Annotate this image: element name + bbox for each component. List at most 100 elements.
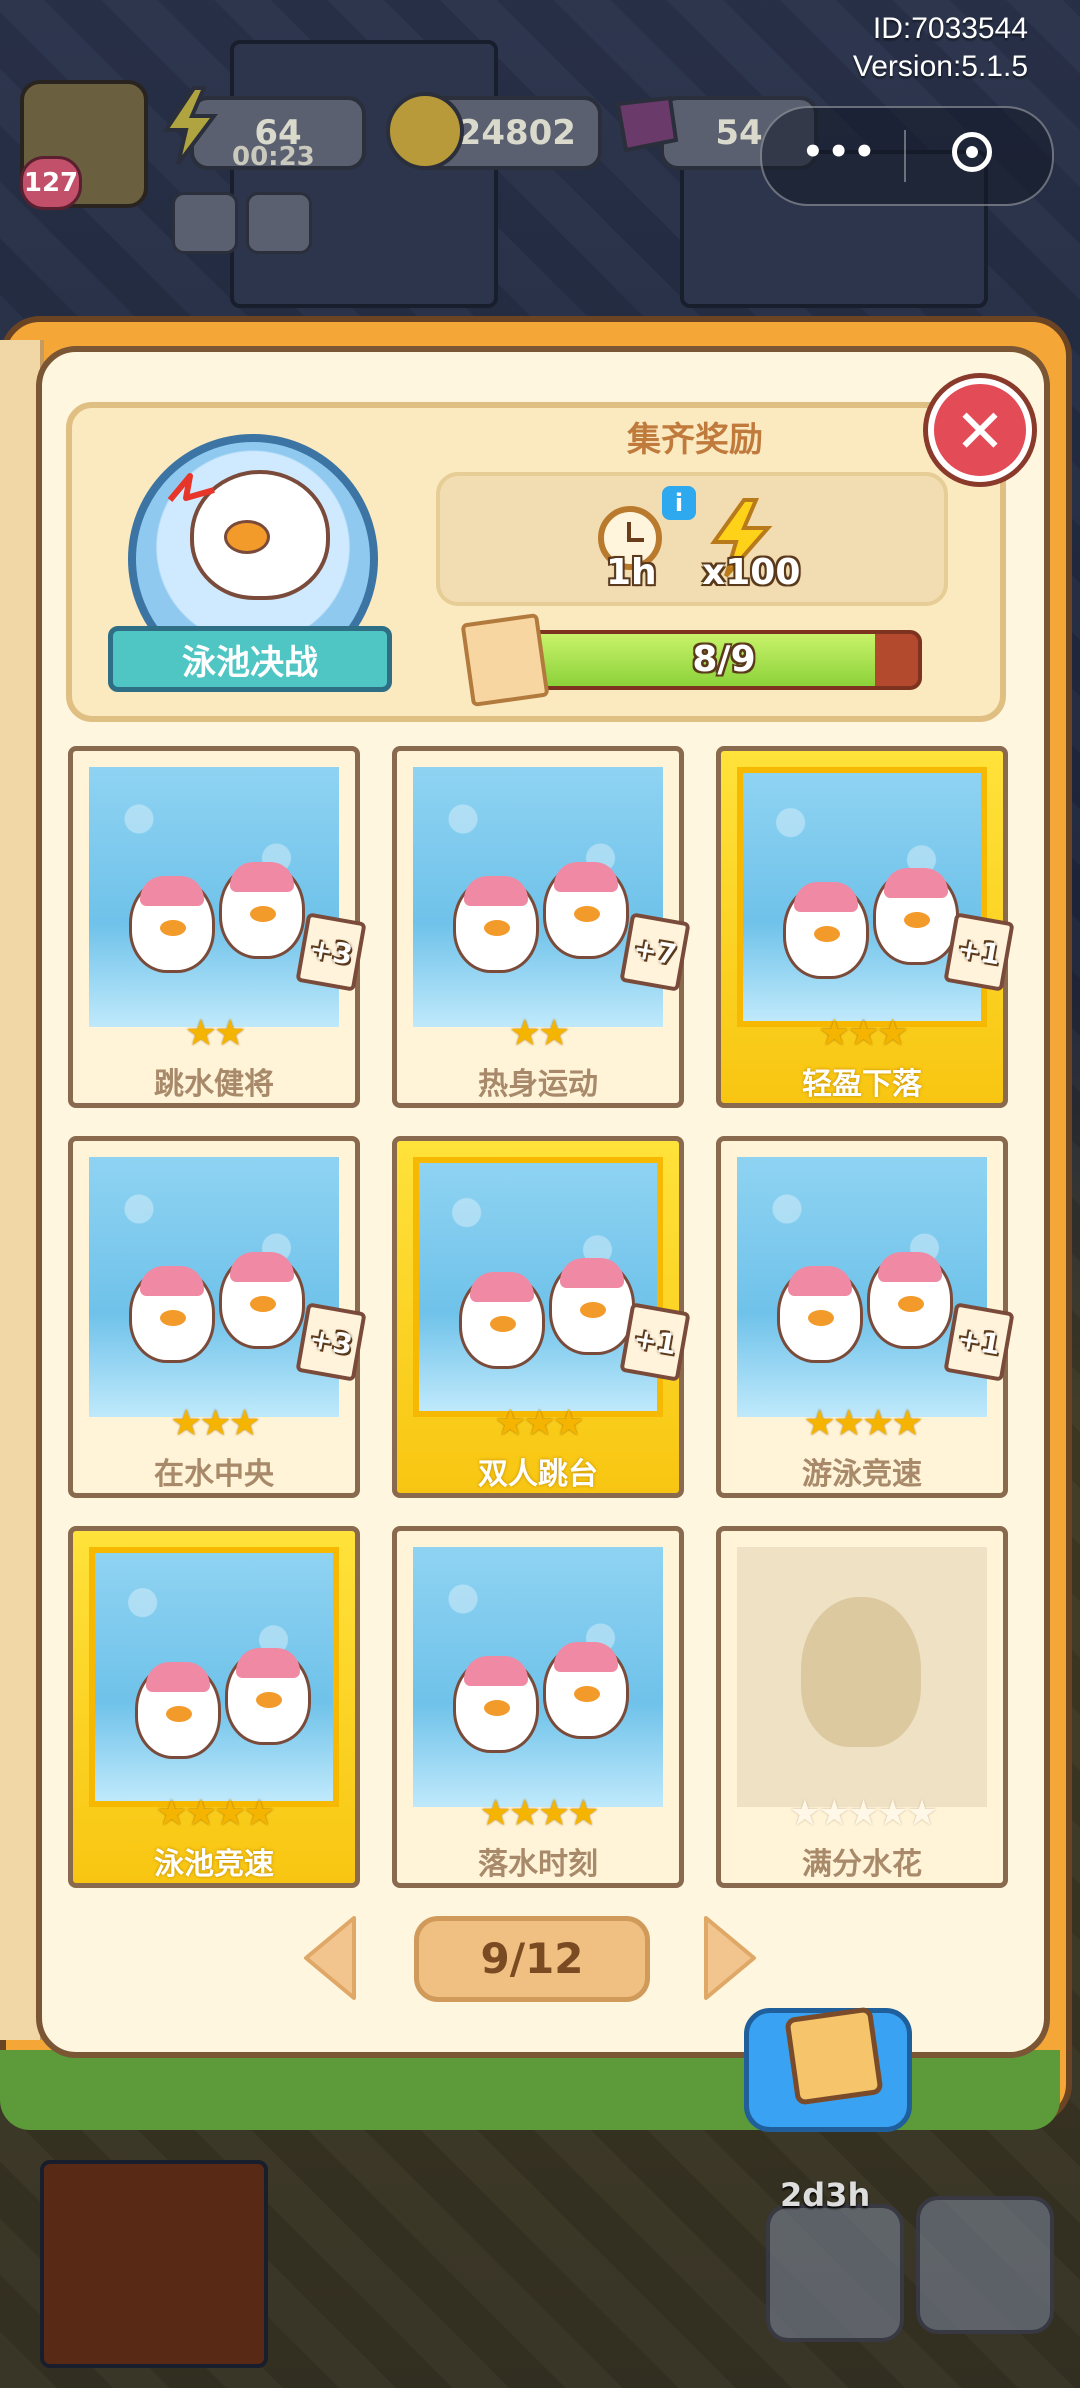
info-icon[interactable]: i xyxy=(662,486,696,520)
album-card[interactable]: ★★★ 在水中央 +3 xyxy=(68,1136,367,1498)
star-icon: ★ xyxy=(494,1403,526,1444)
swim-cap xyxy=(878,1252,942,1282)
swim-cap xyxy=(146,1662,210,1692)
duck-beak xyxy=(490,1316,516,1332)
duck-icon xyxy=(219,862,305,959)
card-image xyxy=(89,767,339,1027)
duck-beak xyxy=(484,920,510,936)
album-card[interactable]: ★★★★★ 满分水花 xyxy=(716,1526,1008,1888)
star-icon: ★ xyxy=(170,1403,202,1444)
lightning-icon xyxy=(164,470,224,530)
album-card[interactable]: ★★★★ 落水时刻 xyxy=(392,1526,684,1888)
swim-cap xyxy=(464,876,528,906)
locked-card-image xyxy=(737,1547,987,1807)
swim-cap xyxy=(230,1252,294,1282)
album-card[interactable]: ★★★★ 游泳竞速 +1 xyxy=(716,1136,1015,1498)
card-name: 热身运动 xyxy=(478,1067,598,1102)
chevron-right-icon[interactable] xyxy=(698,1912,762,2004)
star-icon: ★ xyxy=(876,1013,909,1054)
energy-timer: 00:23 xyxy=(232,142,315,172)
more-menu-button[interactable]: ••• xyxy=(802,132,879,172)
swim-cap xyxy=(464,1656,528,1686)
card-image xyxy=(89,1157,339,1417)
card-image xyxy=(89,1547,339,1807)
star-icon: ★ xyxy=(818,1793,850,1834)
star-icon: ★ xyxy=(891,1403,923,1444)
friends-button[interactable] xyxy=(916,2196,1054,2334)
chevron-left-icon[interactable] xyxy=(298,1912,362,2004)
mail-icon[interactable] xyxy=(246,192,312,254)
duck-icon xyxy=(543,1642,629,1739)
card-name: 游泳竞速 xyxy=(802,1457,922,1492)
swim-cap xyxy=(470,1272,534,1302)
duck-beak xyxy=(256,1692,282,1708)
duck-beak xyxy=(224,520,270,554)
card-image xyxy=(413,767,663,1027)
duplicate-count-badge: +1 xyxy=(943,912,1015,992)
star-icon: ★ xyxy=(876,1793,909,1834)
swim-cap xyxy=(554,1642,618,1672)
duck-beak xyxy=(904,912,930,928)
duck-beak xyxy=(808,1310,834,1326)
star-icon: ★ xyxy=(508,1013,541,1054)
duplicate-count-badge: +3 xyxy=(295,912,367,992)
duck-icon xyxy=(129,1266,215,1363)
album-card[interactable]: ★★ 热身运动 +7 xyxy=(392,746,691,1108)
swim-cap xyxy=(554,862,618,892)
swim-cap xyxy=(140,876,204,906)
duck-beak xyxy=(580,1302,606,1318)
star-icon: ★ xyxy=(847,1793,879,1834)
player-level-badge: 127 xyxy=(20,156,82,210)
close-button[interactable]: ✕ xyxy=(928,378,1032,482)
event-button[interactable] xyxy=(766,2204,904,2342)
star-icon: ★ xyxy=(905,1793,938,1834)
star-icon: ★ xyxy=(862,1403,894,1444)
star-icon: ★ xyxy=(847,1013,879,1054)
star-rating: ★★ xyxy=(73,1013,355,1054)
swim-cap xyxy=(230,862,294,892)
swim-cap xyxy=(236,1648,300,1678)
duck-beak xyxy=(160,1310,186,1326)
event-timer: 2d3h xyxy=(780,2176,871,2214)
duck-icon xyxy=(129,876,215,973)
duck-icon xyxy=(459,1272,545,1369)
card-name: 落水时刻 xyxy=(478,1847,598,1882)
duck-icon xyxy=(777,1266,863,1363)
duck-icon xyxy=(783,882,869,979)
duck-icon xyxy=(549,1258,635,1355)
duck-beak xyxy=(484,1700,510,1716)
duck-icon xyxy=(135,1662,221,1759)
card-name: 泳池竞速 xyxy=(154,1847,274,1882)
star-rating: ★★★ xyxy=(73,1403,355,1444)
album-card[interactable]: ★★★ 双人跳台 +1 xyxy=(392,1136,691,1498)
star-icon: ★ xyxy=(523,1403,555,1444)
close-miniprogram-icon[interactable] xyxy=(952,132,992,172)
capsule-divider xyxy=(904,130,906,182)
duck-beak xyxy=(898,1296,924,1312)
mini-program-capsule: ••• xyxy=(760,106,1054,206)
version-text: Version:5.1.5 xyxy=(852,50,1028,83)
album-card[interactable]: ★★ 跳水健将 +3 xyxy=(68,746,367,1108)
star-icon: ★ xyxy=(538,1793,570,1834)
card-pack-icon xyxy=(784,2006,884,2106)
duck-icon xyxy=(219,1252,305,1349)
star-icon: ★ xyxy=(567,1793,599,1834)
star-rating: ★★★★★ xyxy=(721,1793,1003,1834)
card-name: 在水中央 xyxy=(154,1457,274,1492)
duck-beak xyxy=(814,926,840,942)
swim-cap xyxy=(140,1266,204,1296)
energy-bolt-icon xyxy=(160,86,220,166)
star-icon: ★ xyxy=(832,1403,865,1444)
duck-beak xyxy=(166,1706,192,1722)
card-image xyxy=(737,1157,987,1417)
album-card[interactable]: ★★★★ 泳池竞速 xyxy=(68,1526,360,1888)
star-icon: ★ xyxy=(803,1403,835,1444)
settings-gear-icon[interactable] xyxy=(172,192,238,254)
reward-energy-label: x100 xyxy=(702,552,801,593)
page-indicator: 9/12 xyxy=(414,1916,650,2002)
card-image xyxy=(413,1157,663,1417)
duplicate-count-badge: +7 xyxy=(619,912,691,992)
album-card[interactable]: ★★★ 轻盈下落 +1 xyxy=(716,746,1015,1108)
star-icon: ★ xyxy=(788,1793,821,1834)
reward-time-label: 1h xyxy=(606,552,657,593)
